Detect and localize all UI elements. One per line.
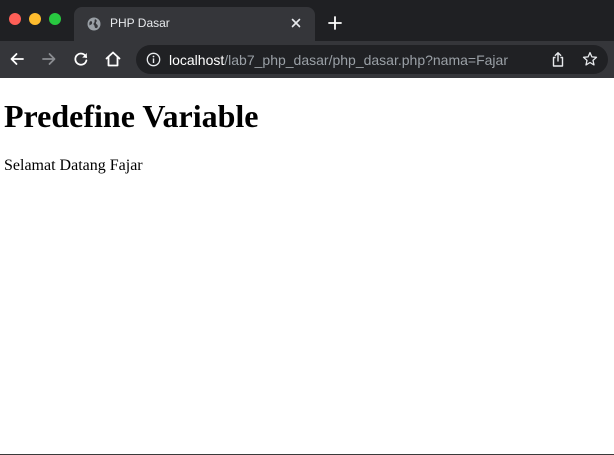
page-heading: Predefine Variable <box>4 98 259 134</box>
info-icon[interactable] <box>146 52 161 67</box>
reload-icon[interactable] <box>72 50 90 68</box>
window-maximize-button[interactable] <box>49 13 61 25</box>
page-content: Predefine Variable Selamat Datang Fajar <box>0 78 614 454</box>
window-minimize-button[interactable] <box>29 13 41 25</box>
tab-title: PHP Dasar <box>110 16 170 30</box>
browser-window: PHP Dasar localhost/lab7_php_dasar/php_d… <box>0 0 614 455</box>
star-icon[interactable] <box>582 51 598 67</box>
browser-toolbar: localhost/lab7_php_dasar/php_dasar.php?n… <box>0 41 614 78</box>
tab-php-dasar[interactable]: PHP Dasar <box>74 7 315 41</box>
url-path: /lab7_php_dasar/php_dasar.php?nama=Fajar <box>224 52 508 68</box>
address-bar[interactable]: localhost/lab7_php_dasar/php_dasar.php?n… <box>136 45 608 74</box>
forward-arrow-icon[interactable] <box>40 50 58 68</box>
url-text[interactable]: localhost/lab7_php_dasar/php_dasar.php?n… <box>169 52 508 68</box>
share-icon[interactable] <box>550 51 566 68</box>
close-icon[interactable] <box>289 16 303 30</box>
plus-icon[interactable] <box>327 15 343 31</box>
globe-icon <box>87 17 101 31</box>
window-close-button[interactable] <box>9 13 21 25</box>
greeting-text: Selamat Datang Fajar <box>4 157 143 174</box>
url-host: localhost <box>169 52 225 68</box>
back-arrow-icon[interactable] <box>8 50 26 68</box>
home-icon[interactable] <box>104 50 122 68</box>
tab-strip: PHP Dasar <box>0 0 614 41</box>
